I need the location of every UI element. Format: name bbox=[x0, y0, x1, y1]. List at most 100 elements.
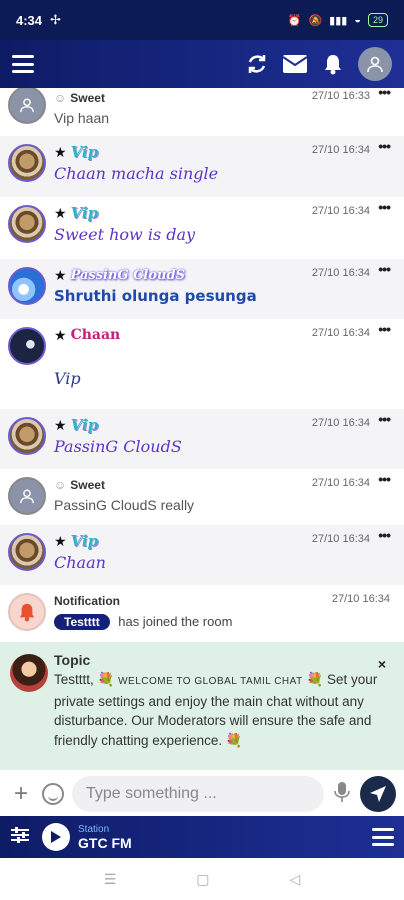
play-button[interactable] bbox=[42, 823, 70, 851]
sender-name[interactable]: Sweet bbox=[70, 478, 105, 492]
player-menu-icon[interactable] bbox=[372, 828, 394, 846]
more-options-icon[interactable]: ••• bbox=[378, 471, 391, 487]
wifi-icon: ◒ bbox=[354, 14, 361, 26]
message-time: 27/10 16:34 bbox=[311, 205, 370, 217]
flower-icon: 💐 bbox=[225, 732, 243, 748]
more-options-icon[interactable]: ••• bbox=[378, 199, 391, 215]
list-item[interactable]: ★ Chaan Vip 27/10 16:34 ••• bbox=[0, 319, 404, 409]
sender-name[interactable]: Sweet bbox=[70, 91, 105, 105]
list-item[interactable]: ★ Vip Sweet how is day 27/10 16:34 ••• bbox=[0, 197, 404, 259]
signal-icon: ▮▮▮ bbox=[329, 14, 348, 27]
user-avatar-icon[interactable] bbox=[358, 47, 392, 81]
send-icon bbox=[370, 786, 386, 802]
more-options-icon[interactable]: ••• bbox=[378, 138, 391, 154]
star-icon: ★ bbox=[54, 266, 67, 283]
message-text: Chaan bbox=[54, 553, 106, 572]
sender-name[interactable]: Chaan bbox=[71, 327, 121, 343]
message-text: Chaan macha single bbox=[54, 164, 219, 183]
top-app-bar bbox=[0, 40, 404, 88]
list-item[interactable]: ☺ Sweet Vip haan 27/10 16:33 ••• bbox=[0, 88, 404, 136]
star-icon: ★ bbox=[54, 326, 67, 343]
message-text: Vip bbox=[54, 369, 81, 388]
alarm-icon: ⏰ bbox=[287, 14, 302, 27]
avatar[interactable] bbox=[8, 88, 46, 124]
topic-panel: Topic × Testttt, 💐 WELCOME TO GLOBAL TAM… bbox=[0, 642, 404, 770]
topic-text: Testttt, 💐 WELCOME TO GLOBAL TAMIL CHAT … bbox=[54, 670, 394, 750]
more-options-icon[interactable]: ••• bbox=[378, 321, 391, 337]
message-time: 27/10 16:34 bbox=[311, 477, 370, 489]
sender-name[interactable]: Vip bbox=[71, 532, 99, 550]
message-input-bar: + Type something ... bbox=[0, 772, 404, 816]
plus-icon[interactable]: + bbox=[8, 780, 34, 808]
star-icon: ★ bbox=[54, 532, 67, 549]
avatar[interactable] bbox=[8, 205, 46, 243]
list-item[interactable]: ★ Vip Chaan 27/10 16:34 ••• bbox=[0, 525, 404, 585]
mute-icon: 🔕 bbox=[308, 14, 323, 27]
user-outline-icon: ☺ bbox=[54, 478, 67, 492]
status-bar: 4:34 ✢ ⏰ 🔕 ▮▮▮ ◒ 29 bbox=[0, 0, 404, 40]
refresh-icon[interactable] bbox=[244, 51, 270, 77]
avatar[interactable] bbox=[8, 417, 46, 455]
back-icon[interactable]: ◁ bbox=[290, 871, 301, 888]
notification-bell-icon bbox=[19, 603, 35, 622]
battery-indicator: 29 bbox=[367, 13, 388, 27]
message-time: 27/10 16:34 bbox=[311, 327, 370, 339]
status-time: 4:34 bbox=[16, 12, 43, 28]
notification-title: Notification bbox=[54, 594, 120, 608]
radio-player-bar: Station GTC FM bbox=[0, 816, 404, 858]
close-icon[interactable]: × bbox=[378, 656, 386, 672]
topic-welcome: WELCOME TO GLOBAL TAMIL CHAT bbox=[118, 676, 303, 687]
emoji-icon[interactable] bbox=[42, 783, 64, 805]
notification-time: 27/10 16:34 bbox=[331, 593, 390, 605]
bell-icon[interactable] bbox=[320, 51, 346, 77]
avatar[interactable] bbox=[8, 477, 46, 515]
message-text: PassinG CloudS really bbox=[54, 497, 195, 513]
send-button[interactable] bbox=[360, 776, 396, 812]
list-item[interactable]: ★ Vip PassinG CloudS 27/10 16:34 ••• bbox=[0, 409, 404, 469]
notification-text: has joined the room bbox=[118, 614, 233, 629]
message-text: Sweet how is day bbox=[54, 225, 196, 244]
topic-greeting: Testttt, bbox=[54, 672, 98, 687]
message-text: PassinG CloudS bbox=[54, 437, 182, 456]
station-name: GTC FM bbox=[78, 834, 132, 851]
user-outline-icon: ☺ bbox=[54, 91, 67, 105]
home-icon[interactable]: ▢ bbox=[196, 871, 209, 888]
message-text: Vip haan bbox=[54, 110, 110, 126]
more-options-icon[interactable]: ••• bbox=[378, 88, 391, 100]
message-time: 27/10 16:34 bbox=[311, 144, 370, 156]
message-time: 27/10 16:34 bbox=[311, 417, 370, 429]
list-item[interactable]: ★ PassinG CloudS Shruthi olunga pesunga 2… bbox=[0, 259, 404, 319]
more-options-icon[interactable]: ••• bbox=[378, 411, 391, 427]
equalizer-icon[interactable] bbox=[10, 826, 32, 849]
avatar[interactable] bbox=[8, 144, 46, 182]
message-time: 27/10 16:33 bbox=[311, 90, 370, 102]
system-nav-bar: ☰ ▢ ◁ bbox=[0, 858, 404, 900]
station-label: Station bbox=[78, 823, 110, 835]
sender-name[interactable]: Vip bbox=[71, 204, 99, 222]
list-item[interactable]: ★ Vip Chaan macha single 27/10 16:34 ••• bbox=[0, 136, 404, 197]
hamburger-icon[interactable] bbox=[12, 55, 34, 73]
message-text: Shruthi olunga pesunga bbox=[54, 287, 257, 305]
star-icon: ★ bbox=[54, 143, 67, 160]
mic-icon[interactable] bbox=[330, 781, 354, 808]
avatar[interactable] bbox=[8, 533, 46, 571]
sender-name[interactable]: PassinG CloudS bbox=[71, 268, 185, 283]
avatar[interactable] bbox=[8, 267, 46, 305]
notification-item: Notification Testttt has joined the room… bbox=[0, 585, 404, 642]
user-badge[interactable]: Testttt bbox=[54, 614, 110, 630]
flower-icon: 💐 bbox=[306, 672, 324, 687]
mail-icon[interactable] bbox=[282, 51, 308, 77]
fan-icon: ✢ bbox=[50, 12, 61, 27]
more-options-icon[interactable]: ••• bbox=[378, 527, 391, 543]
list-item[interactable]: ☺ Sweet PassinG CloudS really 27/10 16:34… bbox=[0, 469, 404, 525]
flower-icon: 💐 bbox=[97, 672, 115, 687]
sender-name[interactable]: Vip bbox=[71, 143, 99, 161]
avatar[interactable] bbox=[8, 327, 46, 365]
message-time: 27/10 16:34 bbox=[311, 533, 370, 545]
more-options-icon[interactable]: ••• bbox=[378, 261, 391, 277]
star-icon: ★ bbox=[54, 416, 67, 433]
recents-icon[interactable]: ☰ bbox=[104, 871, 117, 888]
avatar bbox=[8, 593, 46, 631]
message-input[interactable]: Type something ... bbox=[72, 776, 324, 812]
sender-name[interactable]: Vip bbox=[71, 416, 99, 434]
